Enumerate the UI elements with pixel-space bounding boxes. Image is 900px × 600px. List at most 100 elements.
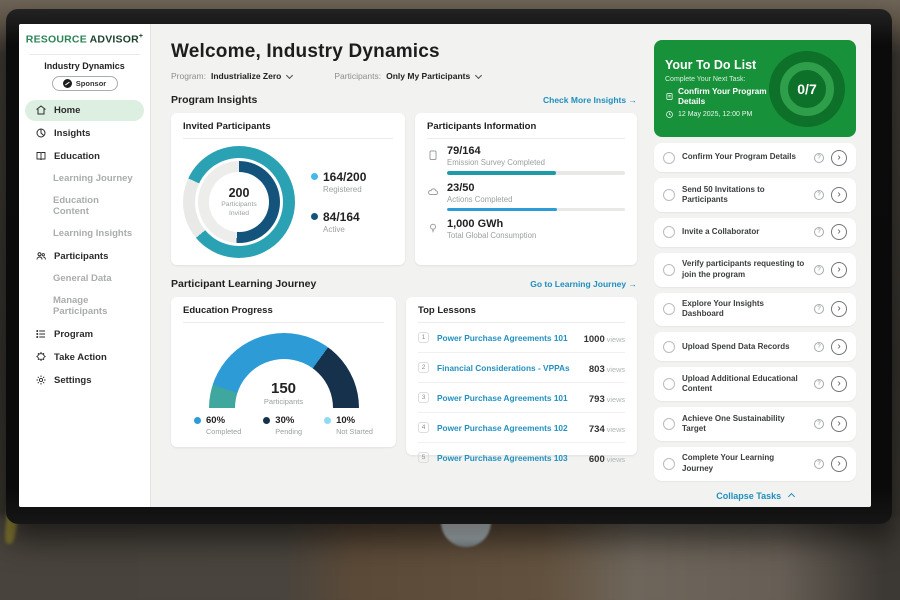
- check-more-insights-link[interactable]: Check More Insights →: [543, 95, 637, 105]
- sidebar-item-label: Insights: [54, 128, 90, 139]
- todo-item[interactable]: Invite a Collaborator ? ›: [654, 218, 856, 247]
- help-icon[interactable]: ?: [814, 153, 824, 163]
- legend-value: 30%: [275, 415, 302, 426]
- sidebar-item-label: Learning Journey: [53, 173, 133, 184]
- org-name: Industry Dynamics: [19, 61, 150, 71]
- participants-value: Only My Participants: [386, 71, 470, 81]
- todo-item-label: Confirm Your Program Details: [682, 152, 807, 162]
- stat-label: Total Global Consumption: [447, 231, 536, 240]
- todo-item[interactable]: Send 50 Invitations to Participants ? ›: [654, 178, 856, 212]
- help-icon[interactable]: ?: [814, 227, 824, 237]
- logo-primary: RESOURCE: [26, 34, 87, 46]
- clipboard-icon: [427, 149, 439, 161]
- sidebar-item-general-data[interactable]: General Data: [25, 269, 144, 289]
- todo-item[interactable]: Upload Spend Data Records ? ›: [654, 332, 856, 361]
- sidebar-item-take-action[interactable]: Take Action: [25, 347, 144, 368]
- sidebar-item-program[interactable]: Program: [25, 324, 144, 345]
- todo-subtitle: Complete Your Next Task:: [665, 76, 769, 83]
- checkbox-circle-icon[interactable]: [663, 189, 675, 201]
- lesson-row: 2 Financial Considerations - VPPAs 803vi…: [418, 353, 625, 383]
- todo-panel: Your To Do List Complete Your Next Task:…: [647, 24, 871, 507]
- checkbox-circle-icon[interactable]: [663, 341, 675, 353]
- chevron-right-icon[interactable]: ›: [831, 416, 847, 432]
- chevron-right-icon[interactable]: ›: [831, 376, 847, 392]
- todo-item[interactable]: Achieve One Sustainability Target ? ›: [654, 407, 856, 441]
- arrow-right-icon: →: [629, 95, 638, 105]
- chevron-right-icon[interactable]: ›: [831, 224, 847, 240]
- checkbox-circle-icon[interactable]: [663, 303, 675, 315]
- lesson-link[interactable]: Power Purchase Agreements 102: [437, 423, 581, 433]
- checkbox-circle-icon[interactable]: [663, 152, 675, 164]
- chevron-right-icon[interactable]: ›: [831, 187, 847, 203]
- todo-item[interactable]: Explore Your Insights Dashboard ? ›: [654, 293, 856, 327]
- stat-value: 1,000 GWh: [447, 218, 536, 230]
- sidebar-item-education[interactable]: Education: [25, 146, 144, 167]
- people-icon: [35, 250, 47, 262]
- help-icon[interactable]: ?: [814, 265, 824, 275]
- todo-next-task[interactable]: Confirm Your Program Details: [665, 86, 769, 106]
- chevron-right-icon[interactable]: ›: [831, 301, 847, 317]
- lesson-link[interactable]: Power Purchase Agreements 101: [437, 333, 576, 343]
- stat-label: Emission Survey Completed: [447, 158, 625, 167]
- program-dropdown[interactable]: Program: Industrialize Zero: [171, 71, 292, 81]
- lesson-views: 734: [589, 424, 605, 435]
- insights-pie-icon: [35, 127, 47, 139]
- lesson-link[interactable]: Power Purchase Agreements 101: [437, 393, 581, 403]
- lesson-rank: 4: [418, 422, 429, 433]
- sidebar-item-education-content[interactable]: Education Content: [25, 191, 144, 222]
- sidebar-item-learning-journey[interactable]: Learning Journey: [25, 169, 144, 189]
- chevron-right-icon[interactable]: ›: [831, 456, 847, 472]
- help-icon[interactable]: ?: [814, 379, 824, 389]
- todo-title: Your To Do List: [665, 58, 769, 72]
- legend-label: Pending: [275, 427, 302, 436]
- legend-dot: [311, 173, 318, 180]
- progress-bar-track: [447, 208, 625, 212]
- badge-icon: [35, 351, 47, 363]
- help-icon[interactable]: ?: [814, 419, 824, 429]
- sidebar-item-learning-insights[interactable]: Learning Insights: [25, 224, 144, 244]
- todo-item[interactable]: Verify participants requesting to join t…: [654, 253, 856, 287]
- progress-bar-track: [447, 171, 625, 175]
- checkbox-circle-icon[interactable]: [663, 226, 675, 238]
- help-icon[interactable]: ?: [814, 304, 824, 314]
- help-icon[interactable]: ?: [814, 190, 824, 200]
- sidebar-item-insights[interactable]: Insights: [25, 123, 144, 144]
- legend-item-active: 84/164 Active: [311, 210, 366, 234]
- todo-item[interactable]: Upload Additional Educational Content ? …: [654, 367, 856, 401]
- stat-actions-completed: 23/50 Actions Completed: [427, 182, 625, 212]
- todo-item[interactable]: Complete Your Learning Journey ? ›: [654, 447, 856, 481]
- arrow-right-icon: →: [629, 279, 638, 289]
- checkbox-circle-icon[interactable]: [663, 458, 675, 470]
- sidebar-item-label: Learning Insights: [53, 228, 132, 239]
- participants-dropdown[interactable]: Participants: Only My Participants: [334, 71, 481, 81]
- collapse-tasks-link[interactable]: Collapse Tasks: [654, 491, 856, 501]
- help-icon[interactable]: ?: [814, 342, 824, 352]
- dashboard-screen: RESOURCE ADVISOR+ Industry Dynamics Spon…: [19, 24, 871, 507]
- lesson-link[interactable]: Financial Considerations - VPPAs: [437, 363, 581, 373]
- chevron-right-icon[interactable]: ›: [831, 262, 847, 278]
- invited-body: 200 Participants Invited 164/200 Registe…: [183, 146, 393, 258]
- sidebar-item-manage-participants[interactable]: Manage Participants: [25, 291, 144, 322]
- todo-item-label: Invite a Collaborator: [682, 227, 807, 237]
- sidebar-item-participants[interactable]: Participants: [25, 246, 144, 267]
- go-to-learning-journey-link[interactable]: Go to Learning Journey →: [530, 279, 637, 289]
- help-icon[interactable]: ?: [814, 459, 824, 469]
- chevron-right-icon[interactable]: ›: [831, 150, 847, 166]
- sidebar-item-home[interactable]: Home: [25, 100, 144, 121]
- chevron-right-icon[interactable]: ›: [831, 339, 847, 355]
- legend-item-completed: 60% Completed: [194, 415, 241, 436]
- checkbox-circle-icon[interactable]: [663, 418, 675, 430]
- card-title: Invited Participants: [183, 121, 393, 139]
- logo-plus: +: [139, 33, 143, 40]
- sidebar-item-label: Education: [54, 151, 100, 162]
- checkbox-circle-icon[interactable]: [663, 264, 675, 276]
- lesson-rank: 1: [418, 332, 429, 343]
- sidebar-item-settings[interactable]: Settings: [25, 370, 144, 391]
- card-title: Education Progress: [183, 305, 384, 323]
- todo-item[interactable]: Confirm Your Program Details ? ›: [654, 143, 856, 172]
- legend-item-not-started: 10% Not Started: [324, 415, 373, 436]
- checkbox-circle-icon[interactable]: [663, 378, 675, 390]
- journey-cards-row: Education Progress 150 Participants: [171, 297, 637, 455]
- lesson-link[interactable]: Power Purchase Agreements 103: [437, 453, 581, 463]
- legend-dot: [324, 417, 331, 424]
